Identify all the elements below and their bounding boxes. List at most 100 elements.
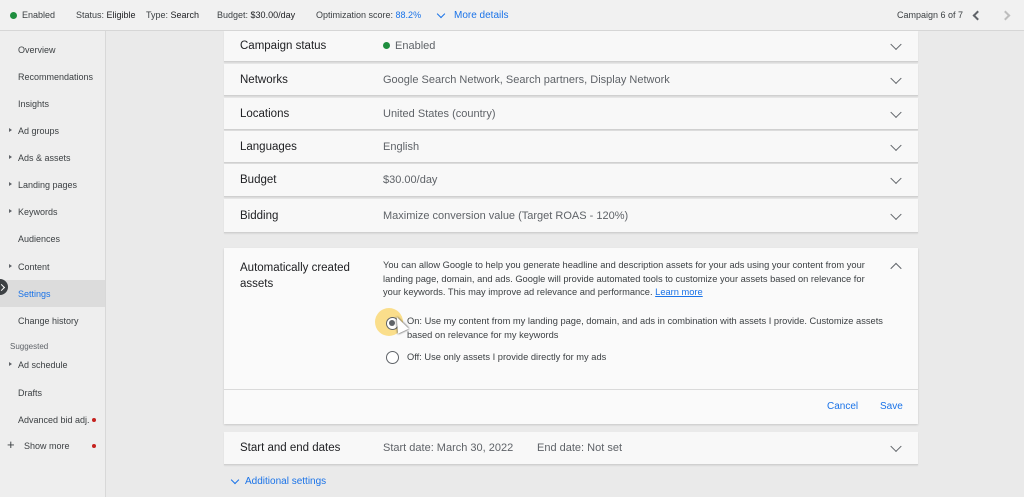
more-details-button[interactable]: More details xyxy=(434,9,509,21)
setting-row-budget[interactable]: Budget $30.00/day xyxy=(224,164,918,197)
auto-assets-description: You can allow Google to help you generat… xyxy=(383,259,879,300)
panel-footer: Cancel Save xyxy=(224,389,918,424)
setting-label: Budget xyxy=(240,174,277,186)
learn-more-link[interactable]: Learn more xyxy=(655,287,703,297)
setting-label: Languages xyxy=(240,140,297,153)
sidebar-item-audiences[interactable]: Audiences xyxy=(0,225,105,252)
sidebar-item-label: Insights xyxy=(18,98,50,109)
optimization-score-label: Optimization score: xyxy=(316,10,394,20)
show-more-label: Show more xyxy=(24,440,70,451)
optimization-score: Optimization score: 88.2% xyxy=(316,10,421,20)
option-on-label[interactable]: On: Use my content from my landing page,… xyxy=(407,315,887,342)
plus-icon: + xyxy=(7,437,15,452)
chevron-down-icon[interactable] xyxy=(890,106,902,118)
sidebar-item-label: Ad groups xyxy=(18,125,60,136)
setting-label: Locations xyxy=(240,107,290,120)
sidebar-item-settings[interactable]: Settings xyxy=(0,280,105,307)
setting-label: Networks xyxy=(240,73,288,86)
previous-campaign-button[interactable] xyxy=(966,5,986,25)
start-date-value: Start date: March 30, 2022 xyxy=(383,442,514,454)
sidebar-item-change-history[interactable]: Change history xyxy=(0,307,105,334)
setting-row-networks[interactable]: Networks Google Search Network, Search p… xyxy=(224,64,918,96)
chevron-right-icon xyxy=(0,283,6,291)
setting-label: Automatically created assets xyxy=(240,262,350,290)
additional-settings-label: Additional settings xyxy=(245,476,327,487)
status-label: Status: xyxy=(76,10,105,20)
option-off-label[interactable]: Off: Use only assets I provide directly … xyxy=(407,351,887,365)
setting-value: Google Search Network, Search partners, … xyxy=(383,73,670,86)
setting-value-text: Enabled xyxy=(395,40,436,52)
cancel-button[interactable]: Cancel xyxy=(827,401,858,412)
end-date-value: End date: Not set xyxy=(537,442,622,454)
setting-label: Start and end dates xyxy=(240,442,341,454)
chevron-down-icon[interactable] xyxy=(890,72,902,84)
budget-label: Budget: xyxy=(217,10,249,20)
campaign-counter: Campaign 6 of 7 xyxy=(897,10,964,20)
sidebar-item-content[interactable]: Content xyxy=(0,253,105,280)
sidebar-item-label: Drafts xyxy=(18,387,43,398)
notification-dot-icon xyxy=(92,444,96,448)
sidebar-item-label: Settings xyxy=(18,288,51,299)
setting-value: $30.00/day xyxy=(383,174,438,186)
save-button[interactable]: Save xyxy=(880,401,903,412)
sidebar-item-label: Ad schedule xyxy=(18,359,68,370)
status-dot-icon xyxy=(10,11,17,19)
radio-off[interactable] xyxy=(386,351,399,364)
chevron-down-icon xyxy=(436,9,446,18)
next-campaign-button[interactable] xyxy=(997,5,1017,25)
type-label: Type: xyxy=(146,10,169,20)
chevron-down-icon[interactable] xyxy=(890,139,902,151)
chevron-right-icon xyxy=(1000,10,1011,20)
setting-label: Campaign status xyxy=(240,40,327,52)
campaign-budget: Budget: $30.00/day xyxy=(217,10,295,20)
show-more-button[interactable]: + Show more xyxy=(0,432,105,459)
sidebar-item-label: Advanced bid adj. xyxy=(18,414,90,425)
sidebar-item-insights[interactable]: Insights xyxy=(0,90,105,117)
chevron-down-icon[interactable] xyxy=(890,38,902,51)
more-details-label: More details xyxy=(454,9,509,21)
chevron-down-icon xyxy=(230,475,240,484)
sidebar-item-label: Audiences xyxy=(18,233,61,244)
setting-value: Maximize conversion value (Target ROAS -… xyxy=(383,209,629,222)
chevron-down-icon[interactable] xyxy=(890,440,902,453)
setting-row-locations[interactable]: Locations United States (country) xyxy=(224,98,918,130)
sidebar-nav: Overview Recommendations Insights Ad gro… xyxy=(0,31,106,497)
sidebar-item-ad-groups[interactable]: Ad groups xyxy=(0,117,105,144)
sidebar-item-advanced-bid-adj[interactable]: Advanced bid adj. xyxy=(0,406,105,433)
campaign-summary-bar: Enabled Status: Eligible Type: Search Bu… xyxy=(0,0,1024,31)
sidebar-item-ads-assets[interactable]: Ads & assets xyxy=(0,144,105,171)
setting-row-start-end-dates[interactable]: Start and end dates Start date: March 30… xyxy=(224,432,918,465)
sidebar-item-label: Keywords xyxy=(18,206,58,217)
chevron-down-icon[interactable] xyxy=(890,172,902,185)
campaign-status-text: Enabled xyxy=(22,10,56,20)
additional-settings-toggle[interactable]: Additional settings xyxy=(230,475,327,487)
sidebar-item-drafts[interactable]: Drafts xyxy=(0,379,105,406)
description-text: You can allow Google to help you generat… xyxy=(383,260,865,297)
setting-value: English xyxy=(383,140,420,153)
auto-created-assets-panel: Automatically created assets You can all… xyxy=(224,248,918,424)
setting-label: Bidding xyxy=(240,209,279,222)
chevron-up-icon[interactable] xyxy=(890,262,902,275)
sidebar-item-keywords[interactable]: Keywords xyxy=(0,198,105,225)
setting-value: United States (country) xyxy=(383,107,496,120)
budget-value: $30.00/day xyxy=(250,10,296,20)
optimization-score-value[interactable]: 88.2% xyxy=(396,10,422,20)
setting-value: Enabled xyxy=(383,40,435,52)
sidebar-item-label: Ads & assets xyxy=(18,152,71,163)
setting-row-campaign-status[interactable]: Campaign status Enabled xyxy=(224,31,918,62)
sidebar-item-label: Content xyxy=(18,261,50,272)
suggested-heading: Suggested xyxy=(10,342,49,351)
type-value: Search xyxy=(170,10,200,20)
eligibility: Status: Eligible xyxy=(76,10,136,20)
sidebar-item-ad-schedule[interactable]: Ad schedule xyxy=(0,351,105,378)
chevron-left-icon xyxy=(972,10,983,20)
sidebar-item-landing-pages[interactable]: Landing pages xyxy=(0,171,105,198)
status-value: Eligible xyxy=(106,10,136,20)
notification-dot-icon xyxy=(92,418,96,422)
sidebar-item-recommendations[interactable]: Recommendations xyxy=(0,63,105,90)
chevron-down-icon[interactable] xyxy=(890,208,902,220)
campaign-type: Type: Search xyxy=(146,10,199,20)
setting-row-languages[interactable]: Languages English xyxy=(224,131,918,163)
setting-row-bidding[interactable]: Bidding Maximize conversion value (Targe… xyxy=(224,199,918,233)
sidebar-item-overview[interactable]: Overview xyxy=(0,36,105,63)
